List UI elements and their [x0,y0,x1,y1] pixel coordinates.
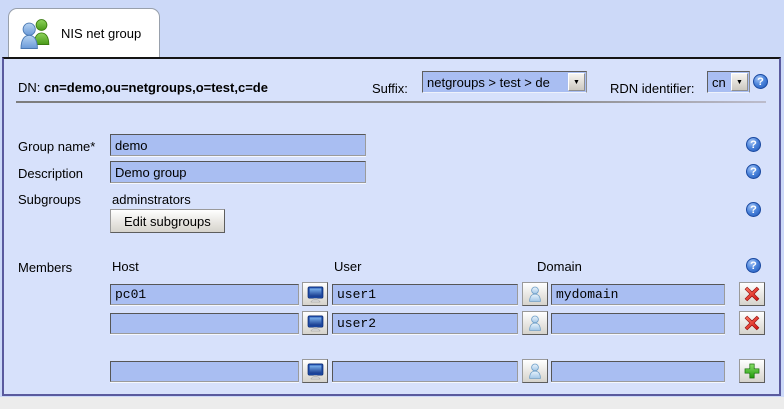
member-domain-input[interactable] [551,313,725,334]
description-input[interactable] [110,161,366,183]
tab-nis-net-group[interactable]: NIS net group [8,8,160,57]
member-user-input[interactable] [332,361,518,382]
tab-label: NIS net group [61,26,141,41]
dn-value: cn=demo,ou=netgroups,o=test,c=de [44,80,268,95]
dn-label: DN: [18,80,40,95]
computer-icon [307,286,324,303]
computer-icon [307,363,324,380]
select-host-button[interactable] [302,359,328,383]
group-name-input[interactable] [110,134,366,156]
member-host-input[interactable] [110,313,299,334]
members-column-host: Host [112,259,139,274]
suffix-label: Suffix: [372,81,408,96]
members-column-user: User [334,259,361,274]
member-domain-input[interactable] [551,284,725,305]
page-background-strip [0,397,784,409]
dn-text: DN: cn=demo,ou=netgroups,o=test,c=de [18,80,268,95]
member-row [110,310,765,336]
delete-x-icon [744,315,760,331]
delete-row-button[interactable] [739,282,765,306]
delete-row-button[interactable] [739,311,765,335]
subgroups-value: adminstrators [112,192,191,207]
edit-subgroups-button[interactable]: Edit subgroups [110,209,225,233]
suffix-select[interactable]: netgroups > test > de ▼ [422,71,587,93]
select-user-button[interactable] [522,359,548,383]
help-icon[interactable]: ? [746,164,761,179]
rdn-identifier-select[interactable]: cn ▼ [707,71,750,93]
help-icon[interactable]: ? [746,202,761,217]
user-icon [528,286,542,302]
group-name-label: Group name* [18,139,95,154]
user-icon [528,315,542,331]
select-host-button[interactable] [302,282,328,306]
help-icon[interactable]: ? [746,137,761,152]
chevron-down-icon: ▼ [568,73,585,91]
select-user-button[interactable] [522,311,548,335]
member-new-row [110,358,765,384]
rdn-identifier-label: RDN identifier: [610,81,695,96]
select-user-button[interactable] [522,282,548,306]
member-host-input[interactable] [110,361,299,382]
members-label: Members [18,260,72,275]
add-row-button[interactable] [739,359,765,383]
rdn-select-value: cn [708,75,730,90]
add-plus-icon [744,363,760,379]
divider [16,101,766,103]
member-domain-input[interactable] [551,361,725,382]
nis-net-group-page: NIS net group DN: cn=demo,ou=netgroups,o… [0,0,784,409]
user-icon [528,363,542,379]
members-column-domain: Domain [537,259,582,274]
computer-icon [307,315,324,332]
delete-x-icon [744,286,760,302]
group-icon [19,18,52,49]
description-label: Description [18,166,83,181]
member-user-input[interactable] [332,284,518,305]
member-host-input[interactable] [110,284,299,305]
member-user-input[interactable] [332,313,518,334]
help-icon[interactable]: ? [746,258,761,273]
member-row [110,281,765,307]
select-host-button[interactable] [302,311,328,335]
subgroups-label: Subgroups [18,192,81,207]
help-icon[interactable]: ? [753,74,768,89]
suffix-select-value: netgroups > test > de [423,75,567,90]
chevron-down-icon: ▼ [731,73,748,91]
